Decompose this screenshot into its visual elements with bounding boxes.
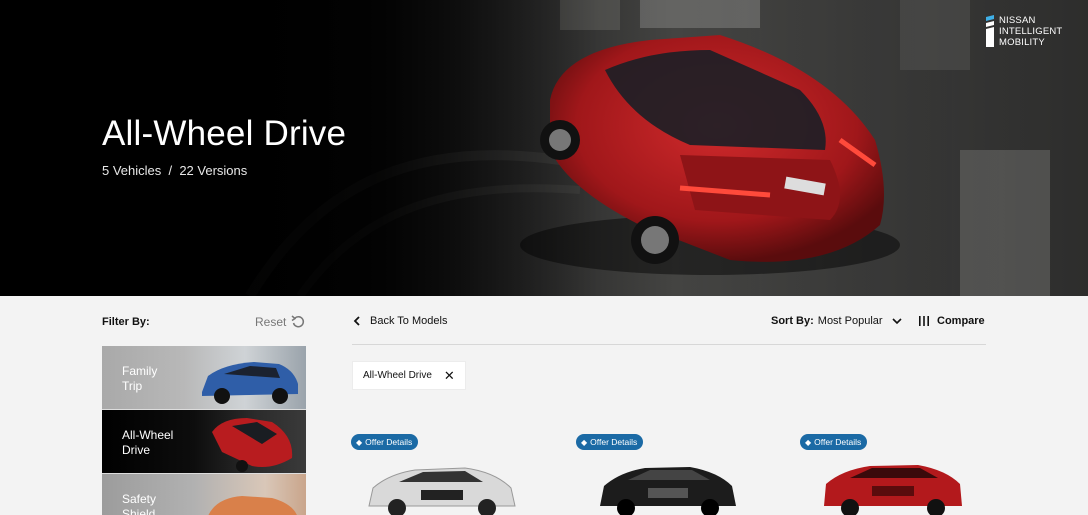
filter-label: Family Trip [122,364,192,394]
offer-details-badge[interactable]: ◆ Offer Details [351,434,419,450]
page-title: All-Wheel Drive [102,114,347,153]
suv-blue-image [202,362,298,404]
tag-icon: ◆ [581,437,588,447]
brand-line: MOBILITY [999,37,1045,48]
filter-label-line: Safety [122,492,157,506]
sort-prefix: Sort By: [771,315,814,327]
car-orange-image [208,496,297,515]
filter-safety-shield[interactable]: Safety Shield [102,474,306,515]
filter-list: Family Trip All-Wheel Drive Safety Shiel… [102,346,306,515]
compare-button[interactable]: Compare [918,315,985,327]
filter-label-line: Trip [122,379,143,393]
filter-label: Safety Shield [122,492,192,515]
toolbar-divider [352,344,986,345]
chevron-left-icon [353,316,360,326]
filter-label-line: Drive [122,443,151,457]
vehicle-image [600,467,736,515]
offer-label: Offer Details [365,437,413,447]
filter-label-line: All-Wheel [122,428,174,442]
chevron-down-icon [892,318,902,325]
nissan-logo-icon [986,15,994,47]
brand-line: NISSAN [999,15,1036,26]
back-label: Back To Models [370,315,448,327]
vehicle-image [368,467,516,515]
close-icon[interactable]: ✕ [444,369,455,382]
vehicle-card[interactable]: ◆ Offer Details [351,434,551,515]
brand-line: INTELLIGENT [999,26,1063,37]
chip-label: All-Wheel Drive [363,370,432,381]
brand-name: NISSAN INTELLIGENT MOBILITY [999,15,1062,48]
offer-label: Offer Details [814,437,862,447]
back-to-models-link[interactable]: Back To Models [353,315,447,327]
offer-details-badge[interactable]: ◆ Offer Details [800,434,868,450]
offer-label: Offer Details [590,437,638,447]
reset-button[interactable]: Reset [255,315,305,329]
reset-label: Reset [255,315,287,329]
compare-icon [919,316,929,326]
offer-details-badge[interactable]: ◆ Offer Details [576,434,644,450]
filter-heading: Filter By: [102,316,150,328]
vehicle-card[interactable]: ◆ Offer Details [576,434,776,515]
tag-icon: ◆ [356,437,363,447]
sedan-red-image [212,418,293,472]
sort-value: Most Popular [817,315,883,327]
active-filter-chip: All-Wheel Drive ✕ [352,361,466,390]
sort-dropdown[interactable]: Sort By: Most Popular [771,315,903,327]
vehicle-image [824,465,962,515]
filter-label-line: Family [122,364,158,378]
vehicle-card[interactable]: ◆ Offer Details [800,434,1000,515]
filter-label-line: Shield [122,507,156,515]
reset-icon [291,315,305,328]
filter-family-trip[interactable]: Family Trip [102,346,306,410]
compare-label: Compare [937,315,985,327]
brand-logo[interactable]: NISSAN INTELLIGENT MOBILITY [984,15,1062,48]
filter-label: All-Wheel Drive [122,428,192,458]
tag-icon: ◆ [805,437,812,447]
filter-all-wheel-drive[interactable]: All-Wheel Drive [102,410,306,474]
hero-banner: All-Wheel Drive 5 Vehicles / 22 Versions… [0,0,1088,296]
vehicle-count: 5 Vehicles / 22 Versions [102,163,248,178]
